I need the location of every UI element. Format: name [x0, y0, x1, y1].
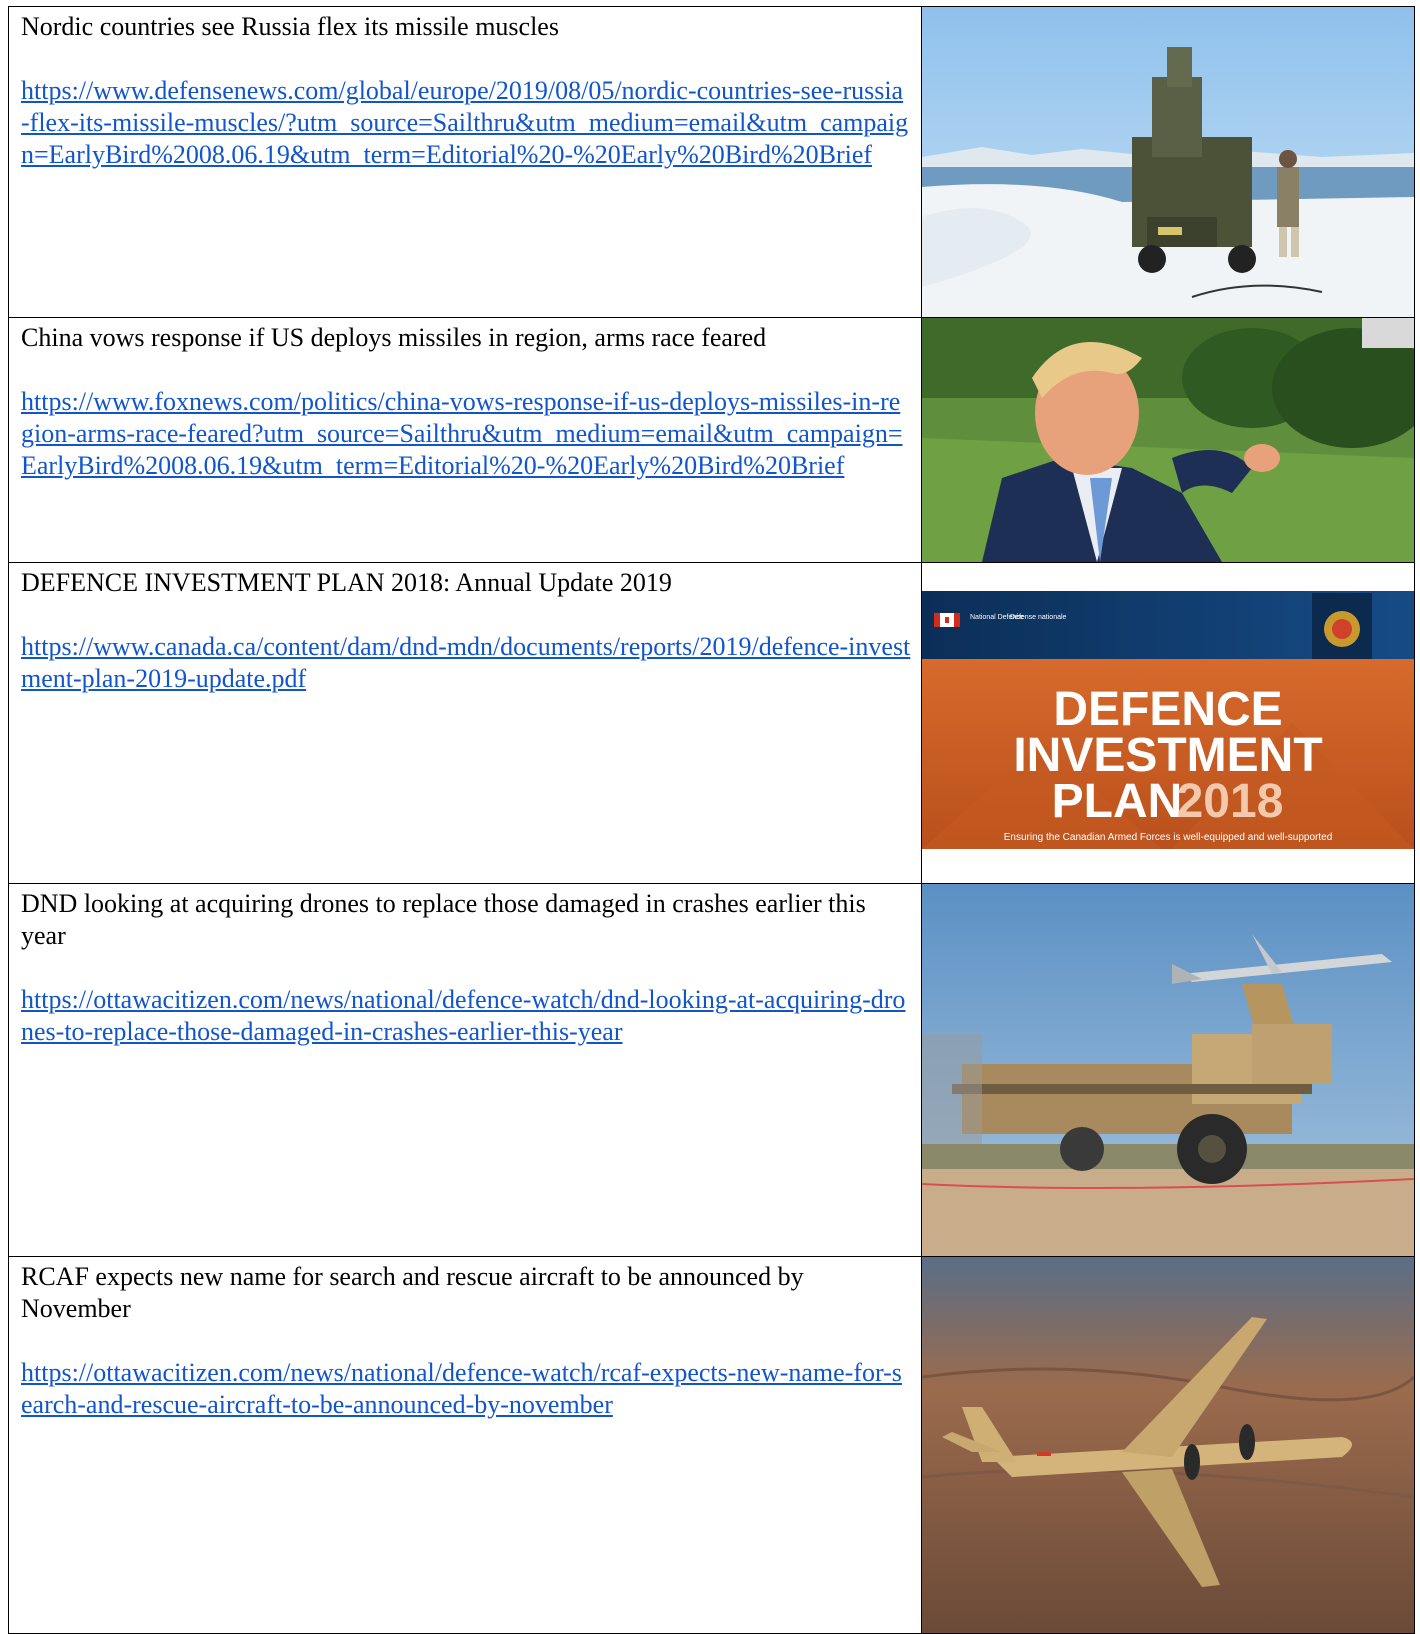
image-cell: [921, 6, 1415, 318]
news-row: DND looking at acquiring drones to repla…: [8, 883, 1415, 1257]
article-link[interactable]: https://ottawacitizen.com/news/national/…: [21, 1357, 911, 1421]
article-link[interactable]: https://www.canada.ca/content/dam/dnd-md…: [21, 631, 911, 695]
text-cell: RCAF expects new name for search and res…: [8, 1256, 922, 1634]
headline: Nordic countries see Russia flex its mis…: [21, 12, 559, 41]
aircraft-image: [922, 1257, 1414, 1633]
news-row: Nordic countries see Russia flex its mis…: [8, 6, 1415, 318]
news-row: RCAF expects new name for search and res…: [8, 1256, 1415, 1634]
article-link[interactable]: https://ottawacitizen.com/news/national/…: [21, 984, 911, 1048]
image-cell: [921, 883, 1415, 1257]
headline: RCAF expects new name for search and res…: [21, 1262, 804, 1323]
radar-vehicle-image: [922, 7, 1414, 317]
text-cell: China vows response if US deploys missil…: [8, 317, 922, 563]
text-cell: Nordic countries see Russia flex its mis…: [8, 6, 922, 318]
article-link[interactable]: https://www.defensenews.com/global/europ…: [21, 75, 911, 171]
article-link[interactable]: https://www.foxnews.com/politics/china-v…: [21, 386, 911, 482]
text-cell: DND looking at acquiring drones to repla…: [8, 883, 922, 1257]
image-cell: [921, 317, 1415, 563]
text-cell: DEFENCE INVESTMENT PLAN 2018: Annual Upd…: [8, 562, 922, 884]
news-row: China vows response if US deploys missil…: [8, 317, 1415, 563]
cover-tagline: Ensuring the Canadian Armed Forces is we…: [1004, 832, 1333, 843]
image-cell: [921, 1256, 1415, 1634]
cover-line3a: PLAN: [1052, 775, 1183, 828]
drone-launcher-image: [922, 884, 1414, 1256]
news-table: Nordic countries see Russia flex its mis…: [8, 6, 1415, 1634]
headline: DEFENCE INVESTMENT PLAN 2018: Annual Upd…: [21, 568, 672, 597]
cover-line3b: 2018: [1177, 775, 1284, 828]
headline: China vows response if US deploys missil…: [21, 323, 767, 352]
headline: DND looking at acquiring drones to repla…: [21, 889, 866, 950]
image-cell: National Defence Défense nationale CANAD…: [921, 562, 1415, 884]
defence-plan-cover-image: National Defence Défense nationale CANAD…: [922, 563, 1414, 883]
cover-gov-fr: Défense nationale: [1010, 614, 1067, 621]
man-in-suit-image: [922, 318, 1414, 562]
news-row: DEFENCE INVESTMENT PLAN 2018: Annual Upd…: [8, 562, 1415, 884]
